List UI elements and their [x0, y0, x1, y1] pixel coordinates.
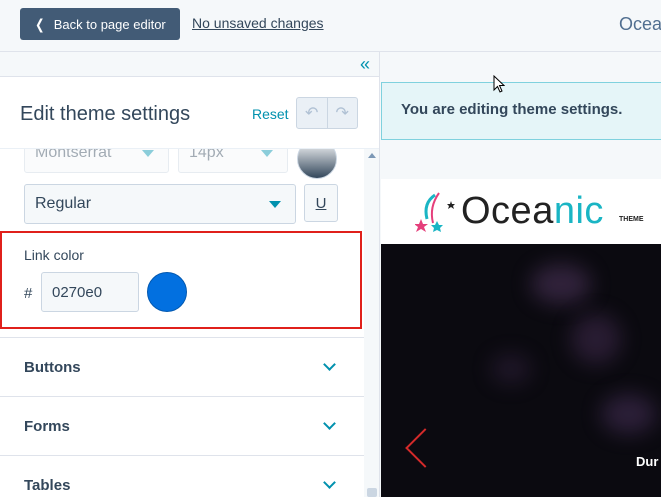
chevron-down-icon	[323, 358, 336, 371]
font-family-value: Montserrat	[35, 149, 112, 161]
undo-redo-group: ↶ ↷	[296, 97, 358, 129]
caret-down-icon	[261, 150, 273, 157]
undo-icon[interactable]: ↶	[297, 98, 328, 128]
accordion-label: Tables	[24, 477, 71, 494]
font-family-select[interactable]: Montserrat	[24, 149, 169, 173]
settings-scroll-area[interactable]: Montserrat 14px Regular U Link color # 0…	[0, 149, 364, 497]
slider-prev-icon[interactable]	[405, 428, 445, 468]
preview-pane: You are editing theme settings. Oceanic …	[381, 52, 661, 497]
font-color-swatch[interactable]	[297, 149, 337, 179]
panel-scrollbar[interactable]	[364, 149, 379, 497]
reset-button[interactable]: Reset	[252, 106, 289, 122]
hero-glow	[531, 264, 591, 304]
link-color-section: Link color # 0270e0	[0, 231, 362, 329]
oceanic-logo-icon	[415, 192, 455, 232]
accordion-label: Forms	[24, 418, 70, 435]
font-weight-value: Regular	[35, 195, 92, 212]
link-color-swatch[interactable]	[147, 272, 187, 312]
double-chevron-left-icon[interactable]: «	[360, 54, 370, 74]
logo-subtext: THEME	[619, 216, 644, 223]
hero-glow	[601, 394, 656, 434]
collapse-strip: «	[0, 52, 379, 77]
hero-text: Dur	[636, 454, 659, 469]
chevron-down-icon	[323, 417, 336, 430]
redo-icon[interactable]: ↷	[328, 98, 358, 128]
site-name: Oceanic	[619, 14, 661, 34]
editing-banner: You are editing theme settings.	[381, 82, 661, 140]
editing-banner-text: You are editing theme settings.	[401, 101, 623, 118]
font-weight-select[interactable]: Regular	[24, 184, 296, 224]
mouse-cursor-icon	[493, 75, 505, 93]
accordion-label: Buttons	[24, 359, 81, 376]
scroll-up-icon[interactable]	[368, 153, 376, 158]
unsaved-changes-link[interactable]: No unsaved changes	[192, 15, 324, 31]
link-color-hex-value: 0270e0	[52, 283, 103, 301]
font-size-select[interactable]: 14px	[178, 149, 288, 173]
logo-text-main: Ocea	[461, 190, 554, 232]
buttons-accordion[interactable]: Buttons	[0, 337, 364, 396]
site-header-preview: Oceanic THEME	[381, 179, 661, 244]
tables-accordion[interactable]: Tables	[0, 455, 364, 497]
hero-glow	[491, 354, 531, 384]
hero-slider-preview: Dur	[381, 244, 661, 497]
panel-title: Edit theme settings	[20, 103, 191, 125]
hash-prefix: #	[24, 285, 33, 302]
link-color-label: Link color	[24, 247, 84, 263]
caret-down-icon	[142, 150, 154, 157]
font-size-value: 14px	[189, 149, 224, 161]
logo-text-accent: nic	[553, 190, 604, 232]
chevron-left-icon: ❮	[35, 15, 45, 32]
underline-toggle-button[interactable]: U	[304, 184, 338, 222]
caret-down-icon	[269, 201, 281, 208]
chevron-down-icon	[323, 476, 336, 489]
site-logo-text: Oceanic	[461, 190, 604, 233]
panel-header: Edit theme settings Reset ↶ ↷	[0, 77, 379, 149]
forms-accordion[interactable]: Forms	[0, 396, 364, 455]
hero-glow	[571, 314, 621, 364]
scrollbar-thumb[interactable]	[367, 488, 377, 497]
back-button-label: Back to page editor	[53, 16, 166, 32]
top-bar: ❮ Back to page editor No unsaved changes…	[0, 0, 661, 52]
back-to-page-editor-button[interactable]: ❮ Back to page editor	[20, 8, 180, 40]
link-color-hex-input[interactable]: 0270e0	[41, 272, 139, 312]
theme-settings-panel: « Edit theme settings Reset ↶ ↷ Montserr…	[0, 52, 380, 497]
